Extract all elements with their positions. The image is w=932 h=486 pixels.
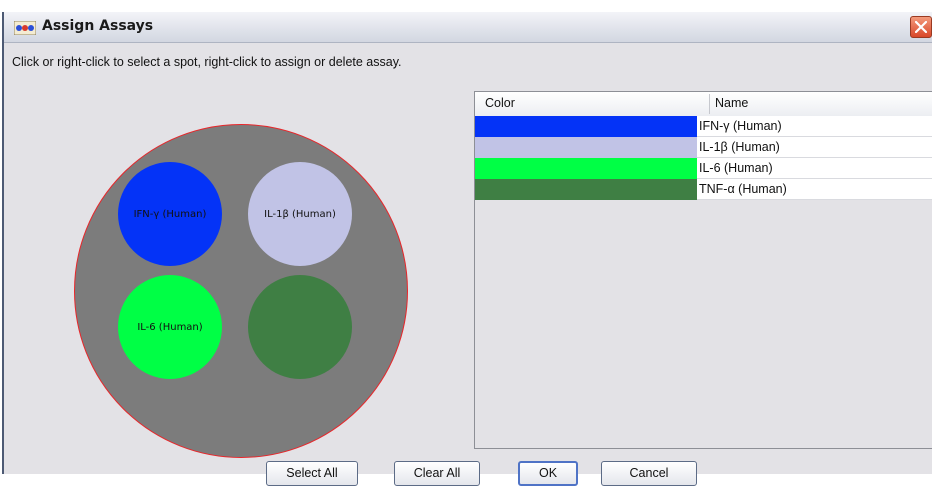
table-row[interactable]: IL-6 (Human): [475, 158, 932, 179]
close-button[interactable]: [910, 16, 932, 38]
assay-name: IL-1β (Human): [697, 137, 932, 158]
color-swatch: [475, 137, 697, 158]
spot-il-6[interactable]: IL-6 (Human): [118, 275, 222, 379]
color-swatch: [475, 116, 697, 137]
close-icon: [915, 21, 927, 33]
title-bar[interactable]: Assign Assays: [4, 12, 932, 43]
assay-name: IFN-γ (Human): [697, 116, 932, 137]
color-swatch: [475, 179, 697, 200]
assay-name: TNF-α (Human): [697, 179, 932, 200]
column-header-name[interactable]: Name: [715, 96, 748, 110]
assign-assays-dialog: Assign Assays Click or right-click to se…: [2, 12, 932, 486]
table-row[interactable]: IL-1β (Human): [475, 137, 932, 158]
table-header: Color Name: [475, 92, 932, 117]
spot-tnf-alpha[interactable]: [248, 275, 352, 379]
spot-il-1-beta[interactable]: IL-1β (Human): [248, 162, 352, 266]
color-swatch: [475, 158, 697, 179]
table-row[interactable]: IFN-γ (Human): [475, 116, 932, 137]
instructions-text: Click or right-click to select a spot, r…: [12, 55, 402, 69]
assay-table: Color Name IFN-γ (Human) IL-1β (Human) I…: [474, 91, 932, 449]
dialog-title: Assign Assays: [42, 18, 154, 34]
dots-app-icon: [13, 20, 37, 36]
plate-area: IFN-γ (Human) IL-1β (Human) IL-6 (Human): [74, 124, 414, 464]
plate: [74, 124, 408, 458]
table-row[interactable]: TNF-α (Human): [475, 179, 932, 200]
column-header-color[interactable]: Color: [485, 96, 515, 110]
column-divider[interactable]: [709, 94, 710, 114]
spot-ifn-gamma[interactable]: IFN-γ (Human): [118, 162, 222, 266]
assay-name: IL-6 (Human): [697, 158, 932, 179]
